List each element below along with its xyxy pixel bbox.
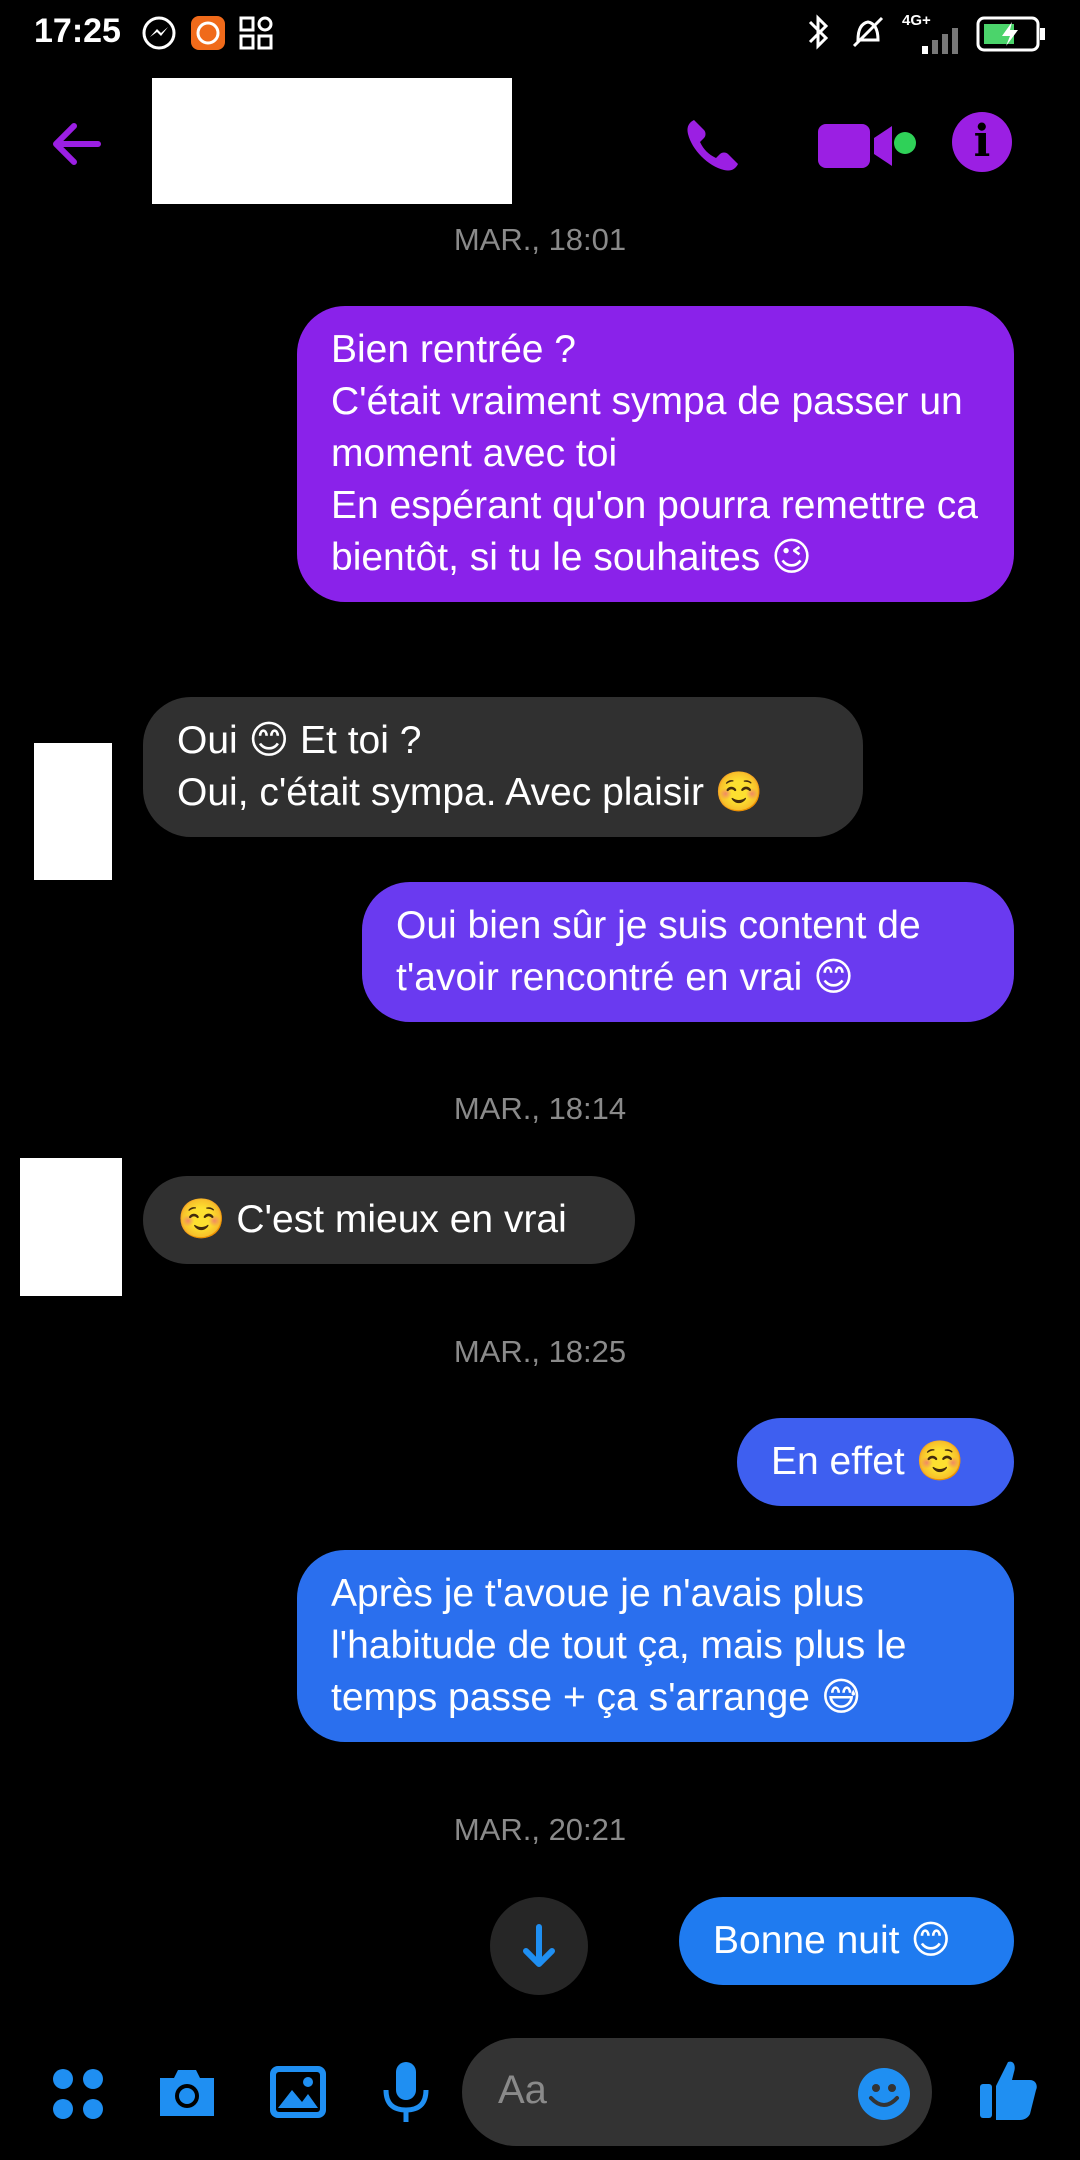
- timestamp: MAR., 18:25: [453, 1334, 627, 1369]
- mi-app-icon: [191, 16, 225, 50]
- arrow-down-icon: [523, 1924, 555, 1967]
- back-arrow-icon[interactable]: [44, 112, 108, 176]
- outgoing-message[interactable]: Oui bien sûr je suis content de t'avoir …: [362, 882, 1014, 1022]
- bluetooth-icon: [808, 14, 829, 50]
- like-thumbs-up-icon[interactable]: [978, 2058, 1038, 2122]
- outgoing-message[interactable]: Bien rentrée ? C'était vraiment sympa de…: [297, 306, 1014, 602]
- contact-name-redacted[interactable]: [152, 78, 512, 204]
- incoming-message[interactable]: Oui 😊 Et toi ? Oui, c'était sympa. Avec …: [143, 697, 863, 837]
- phone-call-icon[interactable]: [680, 114, 744, 178]
- scroll-to-bottom-button[interactable]: [490, 1897, 588, 1995]
- apps-grid-icon: [239, 16, 273, 50]
- outgoing-message[interactable]: En effet ☺️: [737, 1418, 1014, 1506]
- outgoing-message[interactable]: Après je t'avoue je n'avais plus l'habit…: [297, 1550, 1014, 1742]
- gallery-icon[interactable]: [268, 2064, 328, 2120]
- network-type-label: 4G+: [902, 12, 931, 29]
- timestamp: MAR., 18:14: [453, 1091, 627, 1126]
- microphone-icon[interactable]: [380, 2060, 432, 2126]
- status-bar: 17:25 4G+: [0, 0, 1080, 66]
- timestamp: MAR., 18:01: [453, 222, 627, 257]
- incoming-message[interactable]: ☺️ C'est mieux en vrai: [143, 1176, 635, 1264]
- info-icon[interactable]: i: [952, 112, 1012, 172]
- timestamp: MAR., 20:21: [453, 1812, 627, 1847]
- message-input-placeholder: Aa: [498, 2068, 547, 2112]
- conversation-header: i: [0, 66, 1080, 216]
- battery-charging-icon: [976, 16, 1045, 52]
- online-status-dot: [894, 132, 916, 154]
- emoji-icon[interactable]: [856, 2066, 912, 2122]
- message-composer: Aa: [0, 2030, 1080, 2160]
- signal-icon: [922, 28, 958, 54]
- status-time: 17:25: [34, 12, 121, 50]
- avatar[interactable]: [20, 1158, 122, 1296]
- avatar[interactable]: [34, 743, 112, 880]
- video-call-icon[interactable]: [814, 118, 904, 174]
- mute-alarm-icon: [852, 16, 884, 48]
- outgoing-message[interactable]: Bonne nuit 😊: [679, 1897, 1014, 1985]
- messenger-notification-icon: [142, 16, 176, 50]
- message-input[interactable]: Aa: [462, 2038, 932, 2146]
- camera-icon[interactable]: [156, 2064, 218, 2120]
- more-apps-icon[interactable]: [48, 2064, 108, 2124]
